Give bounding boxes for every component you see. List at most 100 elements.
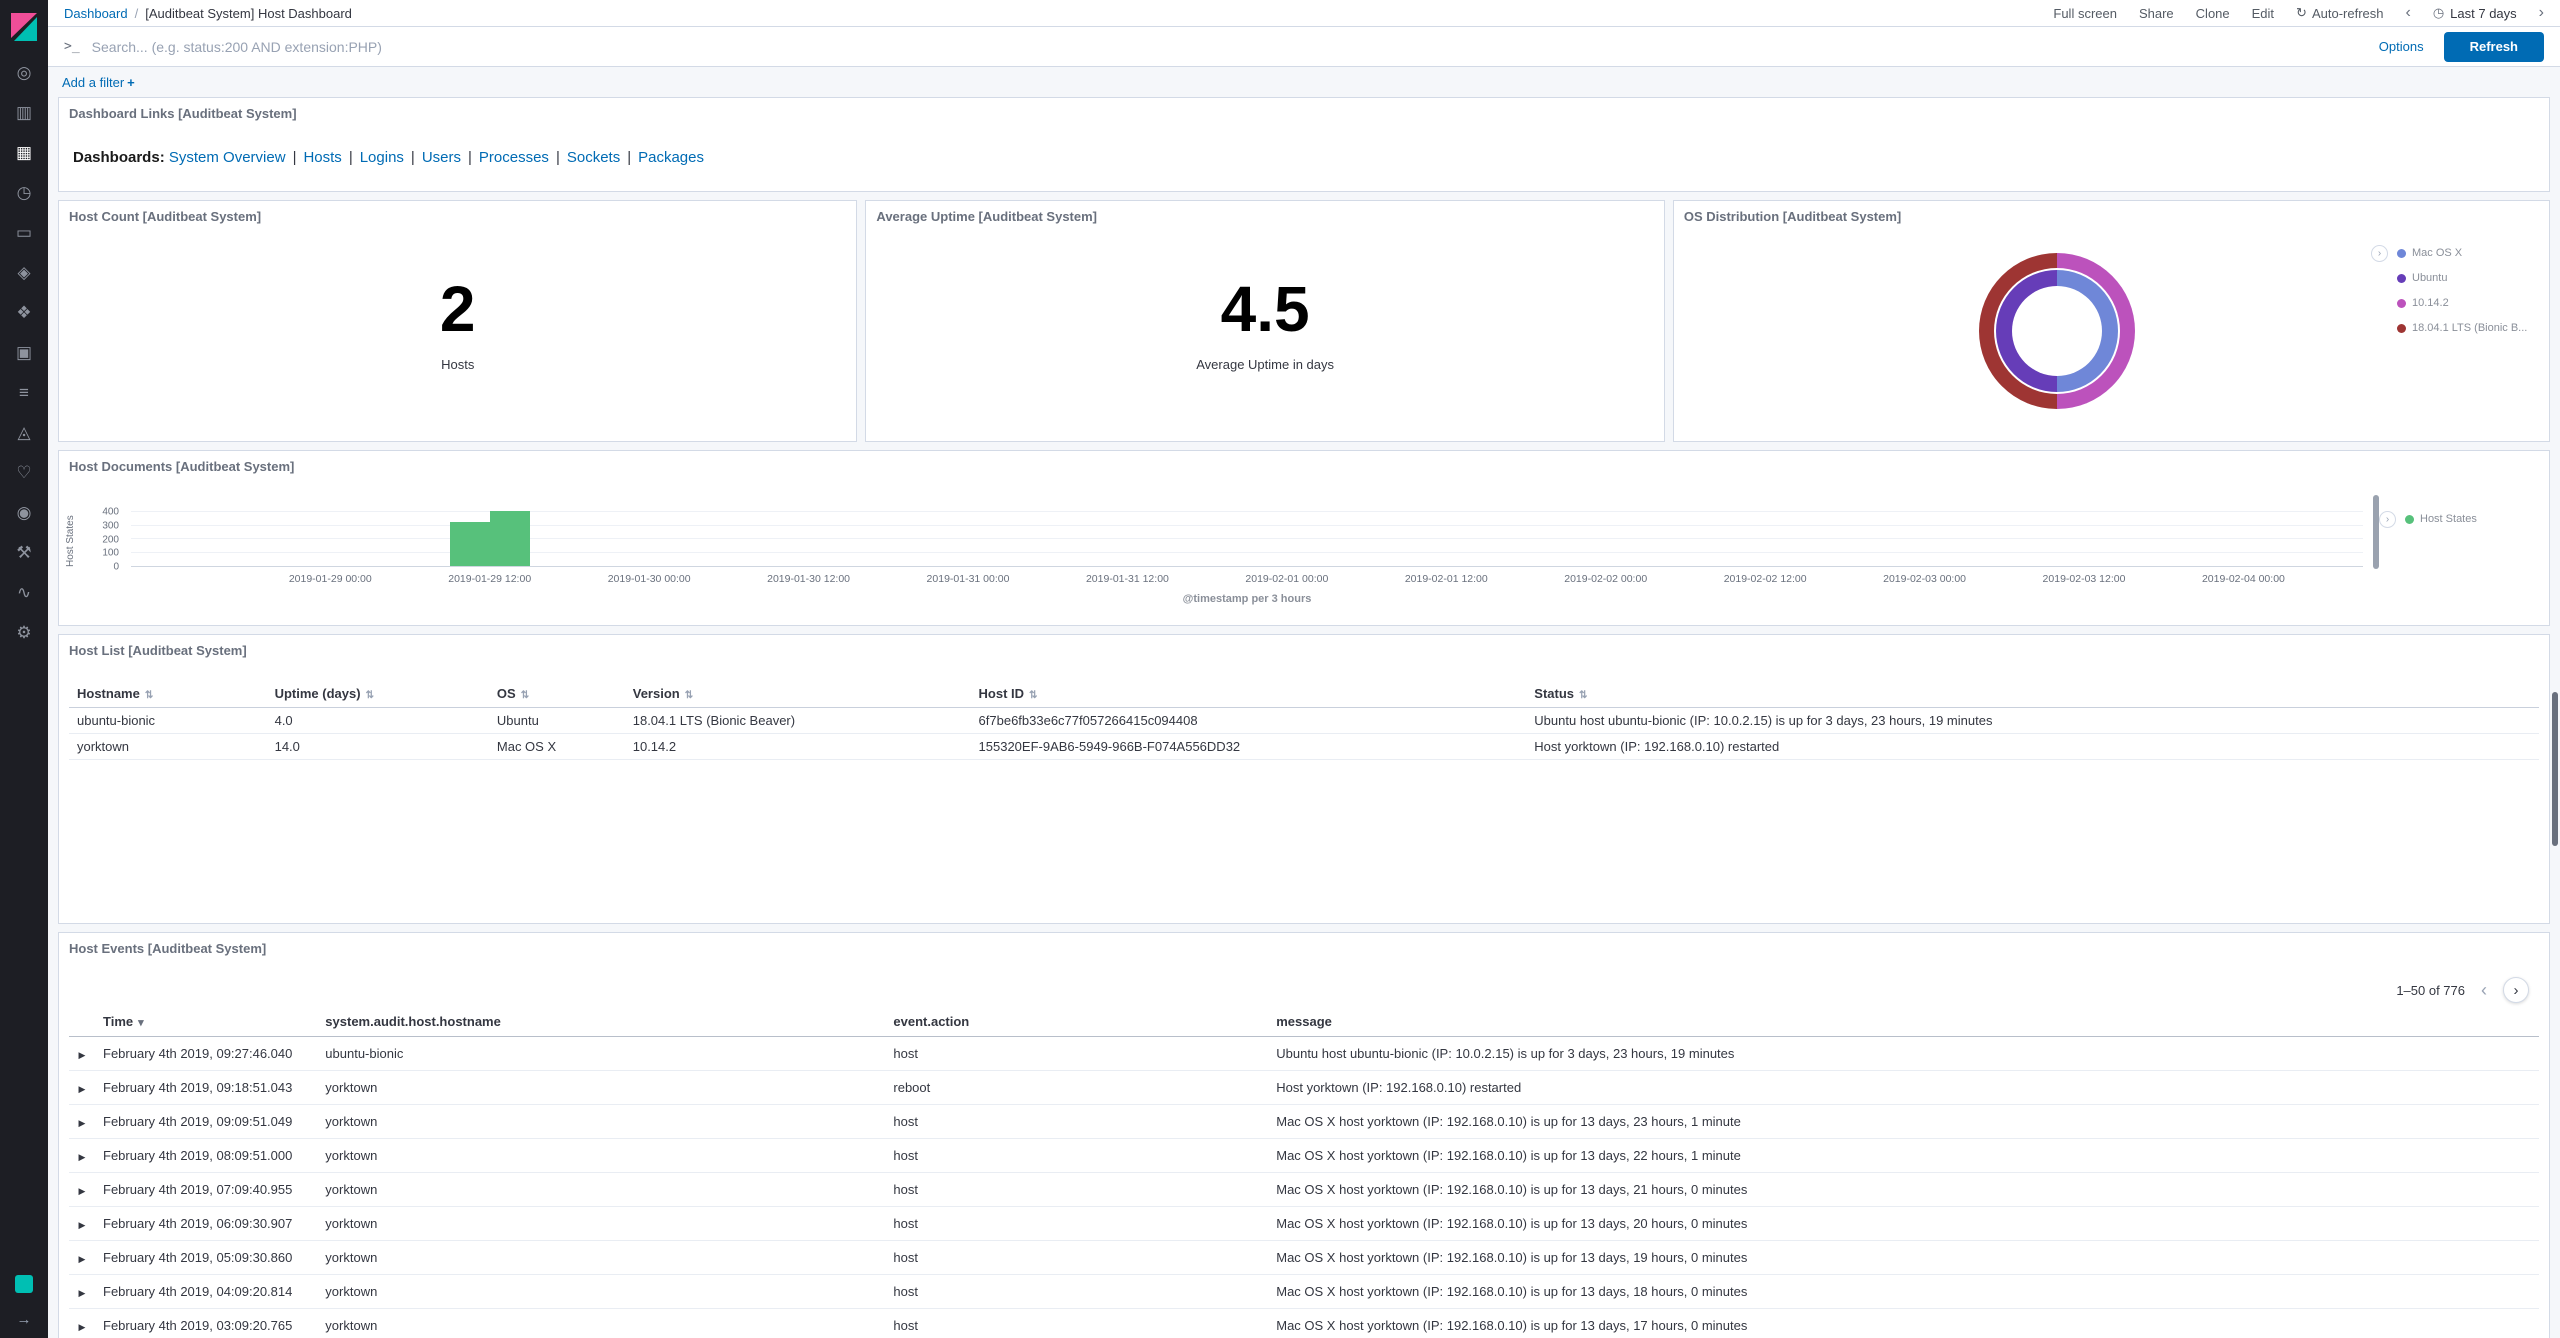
dashboard-link-system-overview[interactable]: System Overview: [169, 149, 286, 166]
event-row[interactable]: ▶February 4th 2019, 09:27:46.040ubuntu-b…: [69, 1037, 2539, 1071]
expand-row-icon[interactable]: ▶: [79, 1288, 86, 1298]
discover-nav-item[interactable]: ◎: [0, 52, 48, 92]
expand-row-icon[interactable]: ▶: [79, 1254, 86, 1264]
breadcrumb-current: [Auditbeat System] Host Dashboard: [145, 6, 352, 21]
search-input[interactable]: [92, 39, 2367, 55]
maps-nav-item[interactable]: ◈: [0, 252, 48, 292]
dashboard-nav-item[interactable]: ▦: [0, 132, 48, 172]
sort-icon: ⇅: [366, 690, 374, 701]
expand-row-icon[interactable]: ▶: [79, 1118, 86, 1128]
dev-tools-nav-item[interactable]: ⚒: [0, 532, 48, 572]
host-list-table: Hostname⇅Uptime (days)⇅OS⇅Version⇅Host I…: [69, 682, 2539, 760]
event-hostname: yorktown: [317, 1105, 885, 1139]
visualize-nav-item[interactable]: ▥: [0, 92, 48, 132]
column-header-system.audit.host.hostname[interactable]: system.audit.host.hostname: [317, 1010, 885, 1037]
options-link[interactable]: Options: [2379, 39, 2424, 54]
expand-row-icon[interactable]: ▶: [79, 1322, 86, 1332]
time-forward-chevron-icon[interactable]: ›: [2539, 5, 2544, 21]
legend-toggle-icon[interactable]: ›: [2379, 511, 2396, 528]
expander-cell: ▶: [69, 1105, 95, 1139]
event-hostname: yorktown: [317, 1207, 885, 1241]
machine-learning-nav-item[interactable]: ❖: [0, 292, 48, 332]
share-button[interactable]: Share: [2139, 6, 2174, 21]
legend-item-host-states[interactable]: Host States: [2405, 513, 2539, 525]
event-row[interactable]: ▶February 4th 2019, 09:18:51.043yorktown…: [69, 1071, 2539, 1105]
event-hostname: yorktown: [317, 1071, 885, 1105]
clone-button[interactable]: Clone: [2196, 6, 2230, 21]
monitoring-nav-item[interactable]: ∿: [0, 572, 48, 612]
column-header-version[interactable]: Version⇅: [625, 682, 971, 708]
event-row[interactable]: ▶February 4th 2019, 08:09:51.000yorktown…: [69, 1139, 2539, 1173]
expand-row-icon[interactable]: ▶: [79, 1186, 86, 1196]
auto-refresh-button[interactable]: ↻ Auto-refresh: [2296, 5, 2383, 21]
collapse-sidebar-icon[interactable]: →: [17, 1311, 32, 1328]
vertical-scrollbar[interactable]: [2552, 692, 2558, 846]
legend-item-ubuntu[interactable]: Ubuntu: [2397, 272, 2539, 284]
event-time: February 4th 2019, 03:09:20.765: [95, 1309, 317, 1338]
dashboard-link-sockets[interactable]: Sockets: [567, 149, 620, 166]
column-header-message[interactable]: message: [1268, 1010, 2539, 1037]
event-message: Mac OS X host yorktown (IP: 192.168.0.10…: [1268, 1275, 2539, 1309]
uptime-nav-item[interactable]: ♡: [0, 452, 48, 492]
column-header-status[interactable]: Status⇅: [1526, 682, 2539, 708]
panel-title: Host Documents [Auditbeat System]: [69, 459, 2539, 474]
legend-item-mac-os-x[interactable]: Mac OS X: [2397, 247, 2539, 259]
previous-page-icon[interactable]: ‹: [2481, 981, 2487, 999]
time-back-chevron-icon[interactable]: ‹: [2406, 5, 2411, 21]
legend-item-10.14.2[interactable]: 10.14.2: [2397, 297, 2539, 309]
management-nav-item[interactable]: ⚙: [0, 612, 48, 652]
legend-toggle-icon[interactable]: ›: [2371, 245, 2388, 262]
event-row[interactable]: ▶February 4th 2019, 07:09:40.955yorktown…: [69, 1173, 2539, 1207]
edit-button[interactable]: Edit: [2252, 6, 2274, 21]
host-row[interactable]: yorktown14.0Mac OS X10.14.2155320EF-9AB6…: [69, 734, 2539, 760]
host-cell: Host yorktown (IP: 192.168.0.10) restart…: [1526, 734, 2539, 760]
breadcrumb-dashboard-link[interactable]: Dashboard: [64, 6, 128, 21]
os-distribution-donut[interactable]: [1979, 253, 2135, 409]
legend-item-18.04.1-lts-bionic-b...[interactable]: 18.04.1 LTS (Bionic B...: [2397, 322, 2539, 334]
next-page-button[interactable]: ›: [2503, 977, 2529, 1003]
event-row[interactable]: ▶February 4th 2019, 05:09:30.860yorktown…: [69, 1241, 2539, 1275]
dashboard-link-hosts[interactable]: Hosts: [303, 149, 341, 166]
refresh-button[interactable]: Refresh: [2444, 32, 2544, 62]
column-header-time[interactable]: Time▾: [95, 1010, 317, 1037]
event-row[interactable]: ▶February 4th 2019, 09:09:51.049yorktown…: [69, 1105, 2539, 1139]
kibana-logo[interactable]: [9, 12, 39, 42]
metrics-row: Host Count [Auditbeat System] 2 Hosts Av…: [58, 200, 2550, 442]
bar-2019-01-29-09-00[interactable]: [450, 522, 490, 566]
canvas-nav-item[interactable]: ▭: [0, 212, 48, 252]
timelion-nav-item[interactable]: ◷: [0, 172, 48, 212]
expand-row-icon[interactable]: ▶: [79, 1084, 86, 1094]
full-screen-button[interactable]: Full screen: [2053, 6, 2117, 21]
infrastructure-nav-item[interactable]: ▣: [0, 332, 48, 372]
expand-row-icon[interactable]: ▶: [79, 1152, 86, 1162]
logs-nav-item[interactable]: ≡: [0, 372, 48, 412]
column-header-hostname[interactable]: Hostname⇅: [69, 682, 267, 708]
dashboard-link-users[interactable]: Users: [422, 149, 461, 166]
column-header-host-id[interactable]: Host ID⇅: [971, 682, 1527, 708]
bar-2019-01-29-12-00[interactable]: [490, 511, 530, 566]
time-picker[interactable]: ◷ Last 7 days: [2433, 5, 2517, 21]
column-header-os[interactable]: OS⇅: [489, 682, 625, 708]
dashboard-link-processes[interactable]: Processes: [479, 149, 549, 166]
host-cell: 18.04.1 LTS (Bionic Beaver): [625, 708, 971, 734]
apm-nav-item[interactable]: ◬: [0, 412, 48, 452]
graph-nav-item[interactable]: ◉: [0, 492, 48, 532]
space-badge-icon[interactable]: [15, 1275, 33, 1293]
event-hostname: yorktown: [317, 1309, 885, 1338]
panel-host-count: Host Count [Auditbeat System] 2 Hosts: [58, 200, 857, 442]
filter-bar: Add a filter+: [58, 67, 2550, 97]
expand-row-icon[interactable]: ▶: [79, 1050, 86, 1060]
event-row[interactable]: ▶ February 4th 2019, 03:09:20.765yorktown…: [69, 1309, 2539, 1338]
expand-row-icon[interactable]: ▶: [79, 1220, 86, 1230]
event-action: host: [885, 1241, 1268, 1275]
event-row[interactable]: ▶February 4th 2019, 04:09:20.814yorktown…: [69, 1275, 2539, 1309]
legend-items: Mac OS X Ubuntu 10.14.2 18.04.1 LTS (Bionic…: [2397, 247, 2539, 334]
host-row[interactable]: ubuntu-bionic4.0Ubuntu18.04.1 LTS (Bioni…: [69, 708, 2539, 734]
column-header-event.action[interactable]: event.action: [885, 1010, 1268, 1037]
dashboard-link-logins[interactable]: Logins: [360, 149, 404, 166]
dashboard-link-packages[interactable]: Packages: [638, 149, 704, 166]
column-label: system.audit.host.hostname: [325, 1014, 501, 1029]
add-filter-link[interactable]: Add a filter+: [62, 75, 135, 90]
column-header-uptime-days-[interactable]: Uptime (days)⇅: [267, 682, 489, 708]
event-row[interactable]: ▶February 4th 2019, 06:09:30.907yorktown…: [69, 1207, 2539, 1241]
